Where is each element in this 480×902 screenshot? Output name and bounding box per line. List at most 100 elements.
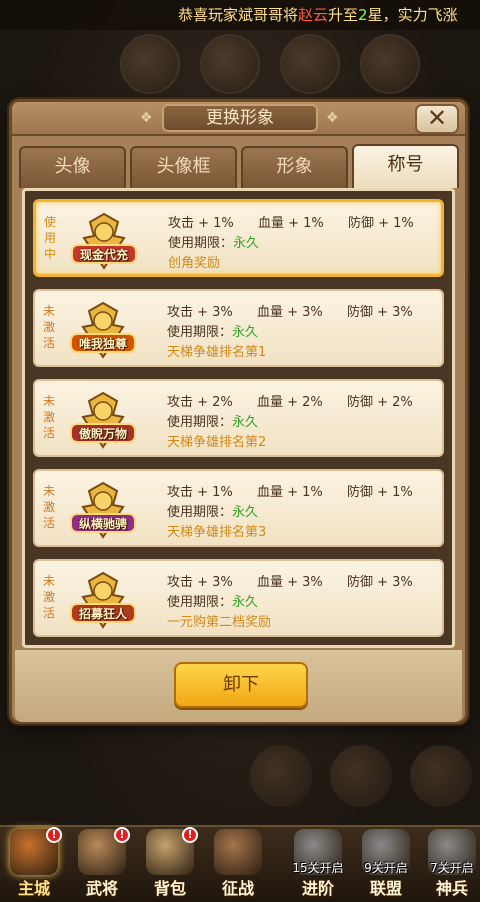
usage-period-label: 使用期限： <box>168 236 234 251</box>
usage-period: 使用期限：永久 <box>167 321 258 340</box>
title-bonus-stats: 攻击 + 2% 血量 + 2% 防御 + 2% <box>167 391 437 410</box>
title-bonus-stats: 攻击 + 3% 血量 + 3% 防御 + 3% <box>167 571 437 590</box>
title-badge: 纵横驰骋 <box>67 481 139 539</box>
notification-badge: ! <box>46 827 62 843</box>
marquee-stars: 2 <box>358 6 368 24</box>
nav-advance[interactable]: 进阶 15关开启 <box>286 829 350 901</box>
usage-period-label: 使用期限： <box>167 505 233 520</box>
title-badge: 傲睨万物 <box>67 391 139 449</box>
hp-bonus: 血量 + 2% <box>257 395 323 410</box>
title-badge-label: 现金代充 <box>79 248 128 262</box>
title-source: 天梯争雄排名第2 <box>167 435 267 450</box>
nav-general[interactable]: 武将! <box>70 827 134 901</box>
hp-bonus: 血量 + 3% <box>257 575 323 590</box>
activity-icon[interactable] <box>280 34 340 94</box>
title-card[interactable]: 未激活 纵横驰骋 攻击 + 1% 血量 + 1% 防御 + 1% 使用期限：永久 天梯争雄排… <box>33 469 444 547</box>
usage-period-value: 永久 <box>233 236 260 251</box>
tab-0[interactable]: 头像 <box>19 146 126 188</box>
unlock-requirement: 7关开启 <box>430 861 474 875</box>
nav-weapon[interactable]: 神兵 7关开启 <box>420 829 480 901</box>
title-bonus-stats: 攻击 + 3% 血量 + 3% 防御 + 3% <box>167 301 437 320</box>
background-function-icons <box>250 745 472 807</box>
nav-label: 背包 <box>153 879 186 898</box>
title-status: 未激活 <box>42 304 55 350</box>
hp-bonus: 血量 + 3% <box>257 305 323 320</box>
marquee-suffix: 星，实力飞涨 <box>367 6 458 24</box>
defense-bonus: 防御 + 2% <box>347 395 413 410</box>
title-status: 未激活 <box>42 394 55 440</box>
activity-icon[interactable] <box>120 34 180 94</box>
hp-bonus: 血量 + 1% <box>258 216 324 231</box>
title-badge: 唯我独尊 <box>67 301 139 359</box>
title-bonus-stats: 攻击 + 1% 血量 + 1% 防御 + 1% <box>168 212 438 231</box>
bottom-nav: 主城! 武将! 背包! 征战 进阶 15关开启 联盟 9关开启 神兵 7关开启 <box>0 825 480 902</box>
function-icon[interactable] <box>330 745 392 807</box>
tab-2[interactable]: 形象 <box>241 146 348 188</box>
nav-label: 征战 <box>221 879 254 898</box>
notification-badge: ! <box>182 827 198 843</box>
title-card[interactable]: 使用中 现金代充 攻击 + 1% 血量 + 1% 防御 + 1% 使用期限：永久 创角奖励 <box>33 199 444 277</box>
title-badge-label: 傲睨万物 <box>78 427 127 441</box>
defense-bonus: 防御 + 1% <box>348 216 414 231</box>
attack-bonus: 攻击 + 1% <box>168 216 234 231</box>
defense-bonus: 防御 + 3% <box>347 575 413 590</box>
nav-label: 联盟 <box>369 879 402 898</box>
nav-label: 进阶 <box>301 879 334 898</box>
attack-bonus: 攻击 + 1% <box>167 485 233 500</box>
nav-bag[interactable]: 背包! <box>138 827 202 901</box>
title-badge: 现金代充 <box>68 212 140 270</box>
title-status: 未激活 <box>42 574 55 620</box>
marquee-hero: 赵云 <box>298 6 329 24</box>
broadcast-marquee: 恭喜玩家斌哥哥将赵云升至2星，实力飞涨 <box>0 0 480 30</box>
title-badge: 招募狂人 <box>67 571 139 629</box>
close-button[interactable]: ✕ <box>415 104 459 134</box>
attack-bonus: 攻击 + 2% <box>167 395 233 410</box>
title-badge-label: 纵横驰骋 <box>78 517 127 531</box>
top-activity-icons <box>120 34 420 94</box>
defense-bonus: 防御 + 3% <box>347 305 413 320</box>
usage-period: 使用期限：永久 <box>167 591 258 610</box>
title-status: 使用中 <box>43 215 56 261</box>
usage-period-label: 使用期限： <box>167 595 233 610</box>
tab-1[interactable]: 头像框 <box>130 146 237 188</box>
title-card[interactable]: 未激活 唯我独尊 攻击 + 3% 血量 + 3% 防御 + 3% 使用期限：永久天梯争雄排… <box>33 289 444 367</box>
attack-bonus: 攻击 + 3% <box>167 305 233 320</box>
hp-bonus: 血量 + 1% <box>257 485 323 500</box>
title-source: 天梯争雄排名第1 <box>167 345 267 360</box>
title-source: 一元购第二档奖励 <box>167 615 272 630</box>
activity-icon[interactable] <box>200 34 260 94</box>
unequip-button[interactable]: 卸下 <box>174 662 308 708</box>
nav-label: 神兵 <box>435 879 468 898</box>
title-list[interactable]: 使用中 现金代充 攻击 + 1% 血量 + 1% 防御 + 1% 使用期限：永久 创角奖励未… <box>22 188 455 648</box>
unlock-requirement: 15关开启 <box>292 861 344 875</box>
title-badge-label: 招募狂人 <box>78 607 127 621</box>
title-bonus-stats: 攻击 + 1% 血量 + 1% 防御 + 1% <box>167 481 437 500</box>
dialog-title: 更换形象 <box>162 104 318 132</box>
usage-period: 使用期限：永久 <box>168 232 259 251</box>
defense-bonus: 防御 + 1% <box>347 485 413 500</box>
tab-bar: 头像 头像框 形象 称号 <box>19 144 459 188</box>
title-card[interactable]: 未激活 招募狂人 攻击 + 3% 血量 + 3% 防御 + 3% 使用期限：永久 一元购第二… <box>33 559 444 637</box>
title-ornament-left-icon: ❖ <box>140 110 153 126</box>
usage-period-value: 永久 <box>232 325 259 340</box>
battle-icon <box>214 829 262 875</box>
title-card[interactable]: 未激活傲睨万物 攻击 + 2% 血量 + 2% 防御 + 2% 使用期限：永久天梯争雄排… <box>33 379 444 457</box>
tab-3[interactable]: 称号 <box>352 144 459 188</box>
nav-label: 主城 <box>17 879 50 898</box>
nav-alliance[interactable]: 联盟 9关开启 <box>354 829 418 901</box>
title-source: 创角奖励 <box>168 256 221 271</box>
activity-icon[interactable] <box>360 34 420 94</box>
usage-period-value: 永久 <box>232 415 259 430</box>
function-icon[interactable] <box>250 745 312 807</box>
change-appearance-dialog: ❖ 更换形象 ❖ ✕ 头像 头像框 形象 称号 使用中 现金代充 攻击 + 1% 血量 + … <box>9 99 468 724</box>
nav-battle[interactable]: 征战 <box>206 829 270 901</box>
title-source: 天梯争雄排名第3 <box>167 525 267 540</box>
title-ornament-right-icon: ❖ <box>326 110 339 126</box>
marquee-mid: 升至 <box>328 6 359 24</box>
unlock-requirement: 9关开启 <box>364 861 408 875</box>
usage-period-value: 永久 <box>232 595 259 610</box>
nav-city[interactable]: 主城! <box>2 827 66 901</box>
notification-badge: ! <box>114 827 130 843</box>
usage-period: 使用期限：永久 <box>167 411 258 430</box>
function-icon[interactable] <box>410 745 472 807</box>
